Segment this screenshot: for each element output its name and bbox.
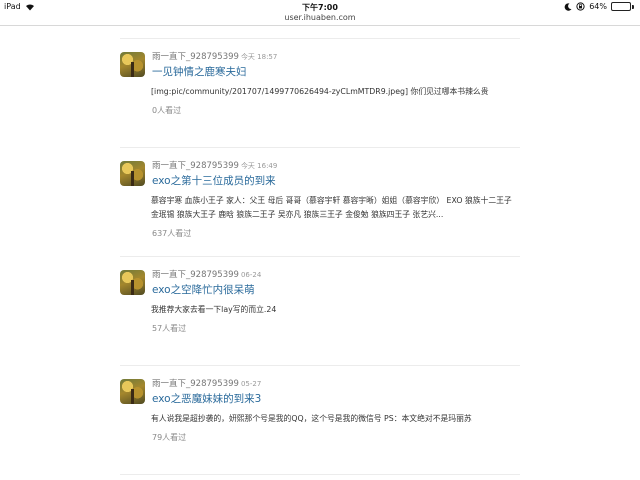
post-meta: 雨一直下_928795399 今天 18:57 xyxy=(152,51,520,63)
post-views: 79人看过 xyxy=(152,433,187,442)
post-item[interactable]: 雨一直下_928795399 06-24 exo之空降忙内很呆萌 我推荐大家去看一… xyxy=(120,257,520,365)
post-excerpt: [img:pic/community/201707/1499770626494-… xyxy=(151,87,489,96)
rotation-lock-icon xyxy=(576,2,585,11)
post-views: 0人看过 xyxy=(152,106,182,115)
post-meta: 雨一直下_928795399 06-24 xyxy=(152,269,520,281)
feed-divider xyxy=(120,474,520,475)
status-time: 下午7:00 xyxy=(302,3,338,12)
post-author[interactable]: 雨一直下_928795399 xyxy=(152,270,239,280)
avatar[interactable] xyxy=(120,161,145,186)
post-item[interactable]: 雨一直下_928795399 今天 16:49 exo之第十三位成员的到来 慕容宇… xyxy=(120,148,520,256)
avatar[interactable] xyxy=(120,379,145,404)
battery-percent: 64% xyxy=(589,2,607,11)
post-time: 05-27 xyxy=(240,380,262,388)
post-item[interactable]: 雨一直下_928795399 05-27 exo之恶魔妹妹的到来3 有人说我是超抄… xyxy=(120,366,520,474)
post-title[interactable]: exo之第十三位成员的到来 xyxy=(152,173,520,189)
post-meta: 雨一直下_928795399 05-27 xyxy=(152,378,520,390)
post-meta: 雨一直下_928795399 今天 16:49 xyxy=(152,160,520,172)
post-author[interactable]: 雨一直下_928795399 xyxy=(152,52,239,62)
moon-icon xyxy=(564,2,572,11)
address-bar-divider xyxy=(0,25,640,26)
post-time: 今天 18:57 xyxy=(240,53,278,61)
post-views: 57人看过 xyxy=(152,324,187,333)
post-time: 06-24 xyxy=(240,271,262,279)
post-title[interactable]: exo之空降忙内很呆萌 xyxy=(152,282,520,298)
post-excerpt: 有人说我是超抄袭的，妍熙那个号是我的QQ，这个号是我的微信号 PS：本文绝对不是… xyxy=(151,414,472,423)
post-views: 637人看过 xyxy=(152,229,192,238)
post-excerpt: 我推荐大家去看一下lay写的而立.24 xyxy=(151,305,277,314)
avatar[interactable] xyxy=(120,270,145,295)
post-title[interactable]: exo之恶魔妹妹的到来3 xyxy=(152,391,520,407)
post-title[interactable]: 一见钟情之鹿寒夫妇 xyxy=(152,64,520,80)
status-bar: iPad 下午7:00 64% xyxy=(0,0,640,14)
avatar[interactable] xyxy=(120,52,145,77)
post-author[interactable]: 雨一直下_928795399 xyxy=(152,379,239,389)
post-time: 今天 16:49 xyxy=(240,162,278,170)
battery-icon xyxy=(611,2,634,11)
post-author[interactable]: 雨一直下_928795399 xyxy=(152,161,239,171)
post-item[interactable]: 雨一直下_928795399 今天 18:57 一见钟情之鹿寒夫妇 [img:pi… xyxy=(120,39,520,147)
post-feed: 雨一直下_928795399 今天 18:57 一见钟情之鹿寒夫妇 [img:pi… xyxy=(120,38,520,475)
post-excerpt: 慕容宇寒 血族小王子 家人：父王 母后 哥哥（慕容宇轩 慕容宇晰）姐姐（慕容宇欣… xyxy=(151,196,512,219)
